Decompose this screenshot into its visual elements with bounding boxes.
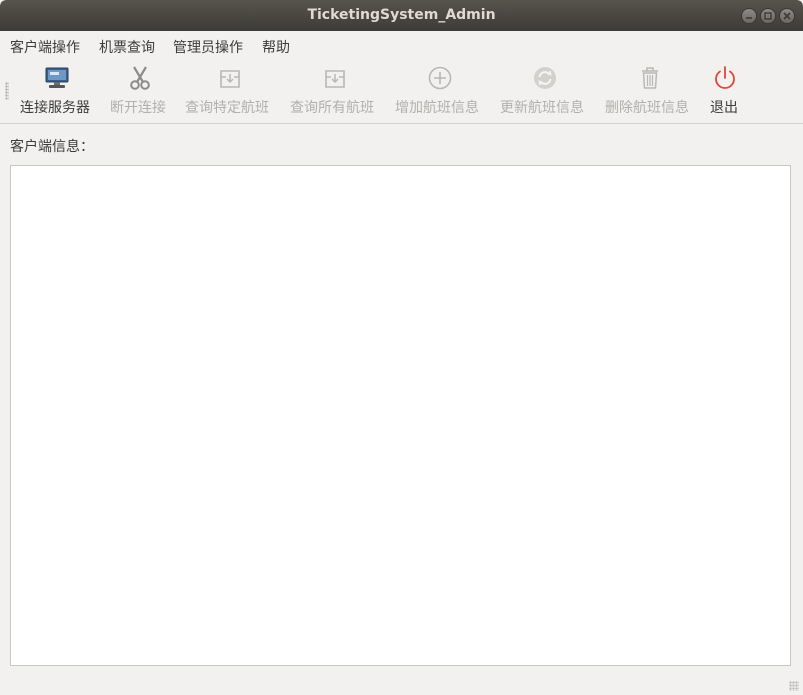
exit-button[interactable]: 退出 (710, 60, 742, 124)
minimize-icon (746, 17, 752, 19)
close-icon (783, 12, 791, 20)
trash-icon (642, 67, 658, 89)
monitor-icon (45, 67, 69, 88)
add-flight-label: 增加航班信息 (395, 100, 479, 116)
delete-flight-label: 删除航班信息 (605, 100, 689, 116)
refresh-icon (534, 67, 556, 89)
disconnect-label: 断开连接 (110, 100, 166, 116)
window-title: TicketingSystem_Admin (307, 7, 496, 23)
resize-grip[interactable] (789, 681, 799, 691)
power-icon (715, 66, 735, 89)
maximize-button[interactable] (760, 8, 776, 24)
client-info-label: 客户端信息： (10, 139, 94, 155)
app-window: TicketingSystem_Admin 客户端操作 机票查询 管理员操作 帮… (0, 0, 803, 695)
exit-label: 退出 (710, 100, 738, 116)
toolbar: 连接服务器 断开连接 查询特定航班 查询所有航班 增加航班信息 更新航班信息 删… (0, 60, 803, 124)
close-button[interactable] (779, 8, 795, 24)
menu-ticket-query[interactable]: 机票查询 (99, 37, 155, 57)
query-all-flights-button[interactable]: 查询所有航班 (290, 60, 382, 124)
disconnect-button[interactable]: 断开连接 (110, 60, 172, 124)
client-info-textarea[interactable] (10, 165, 791, 666)
delete-flight-button[interactable]: 删除航班信息 (605, 60, 697, 124)
menu-admin-ops[interactable]: 管理员操作 (173, 37, 243, 57)
connect-server-button[interactable]: 连接服务器 (20, 60, 96, 124)
inbox-download-icon (220, 70, 240, 88)
scissors-icon (130, 66, 150, 90)
minimize-button[interactable] (741, 8, 757, 24)
title-bar[interactable]: TicketingSystem_Admin (0, 0, 803, 31)
maximize-icon (764, 12, 772, 20)
menu-bar: 客户端操作 机票查询 管理员操作 帮助 (0, 31, 803, 60)
plus-circle-icon (428, 66, 452, 90)
update-flight-button[interactable]: 更新航班信息 (500, 60, 592, 124)
query-specific-flight-label: 查询特定航班 (185, 100, 269, 116)
inbox-download-icon (325, 70, 345, 88)
add-flight-button[interactable]: 增加航班信息 (395, 60, 487, 124)
menu-client-ops[interactable]: 客户端操作 (10, 37, 80, 57)
menu-help[interactable]: 帮助 (262, 37, 290, 57)
query-specific-flight-button[interactable]: 查询特定航班 (185, 60, 277, 124)
update-flight-label: 更新航班信息 (500, 100, 584, 116)
toolbar-grip[interactable] (5, 82, 9, 100)
query-all-flights-label: 查询所有航班 (290, 100, 374, 116)
connect-server-label: 连接服务器 (20, 100, 90, 116)
